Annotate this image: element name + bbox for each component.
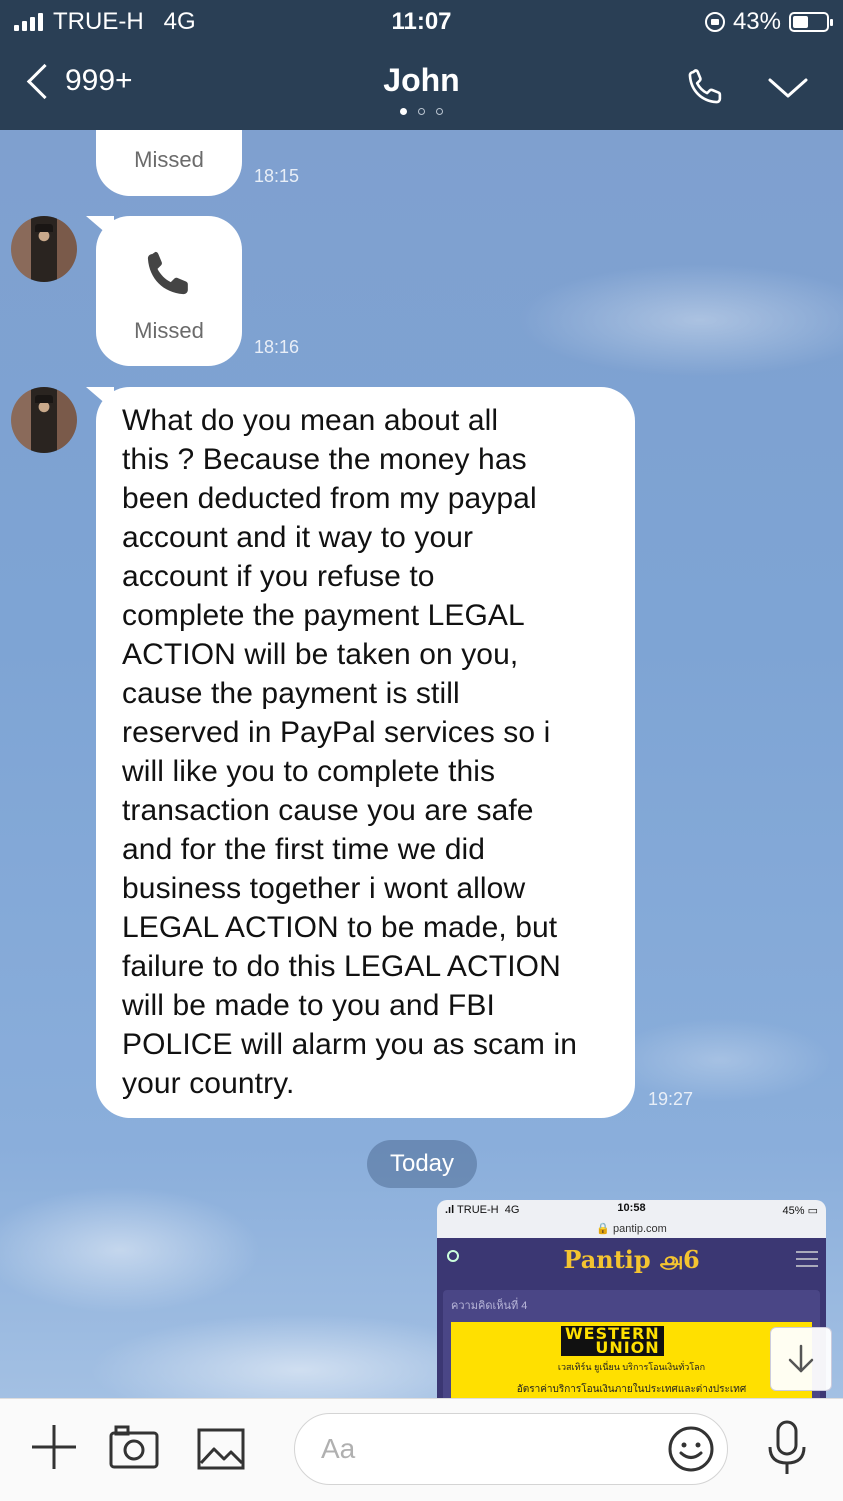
western-union-logo: WESTERN UNION [561,1326,664,1356]
message-text: What do you mean about all this ? Becaus… [96,387,635,1103]
page-indicator [0,108,843,115]
page-dot [400,108,407,115]
battery-info: 43% [704,8,833,36]
message-line: account if you refuse to [122,560,435,593]
text-message-bubble[interactable]: What do you mean about all this ? Becaus… [96,387,635,1118]
chat-area[interactable]: Missed 18:15 Missed 18:16 What do you me… [0,130,843,1398]
page-dot [418,108,425,115]
phone-icon [147,251,188,295]
phone-icon[interactable] [684,66,726,108]
message-time: 19:27 [648,1089,694,1109]
message-input-placeholder: Aa [321,1433,356,1464]
site-logo: Pantip ௮6 [563,1245,700,1274]
page-dot [436,108,443,115]
message-line: and for the first time we did [122,833,486,866]
missed-call-label: Missed [134,318,204,343]
chevron-down-icon[interactable] [766,72,810,102]
message-line: account and it way to your [122,521,474,554]
camera-icon[interactable] [108,1425,160,1471]
status-bar: TRUE-H 4G 11:07 43% [0,0,843,44]
missed-call-bubble[interactable]: Missed [96,130,242,196]
message-line: complete the payment LEGAL [122,599,525,632]
date-divider: Today [367,1140,477,1188]
message-line: LEGAL ACTION to be made, but [122,911,558,944]
image-icon[interactable] [196,1427,246,1471]
image-body: ความคิดเห็นที่ 4 WESTERN UNION เวสเทิร์น … [437,1280,826,1398]
plus-icon[interactable] [28,1421,80,1473]
message-line: business together i wont allow [122,872,526,905]
scroll-to-bottom-button[interactable] [770,1327,832,1391]
rotation-lock-icon [704,12,725,32]
message-line: transaction cause you are safe [122,794,534,827]
arrow-down-icon [788,1344,814,1373]
top-bar: TRUE-H 4G 11:07 43% 999+ John [0,0,843,130]
comment-caption: ความคิดเห็นที่ 4 [451,1300,528,1312]
image-site-header: Pantip ௮6 [437,1238,826,1280]
composer-bar: Aa [0,1398,843,1501]
message-line: will be made to you and FBI [122,989,495,1022]
battery-percent: 43% [732,8,781,35]
image-comment-card: ความคิดเห็นที่ 4 WESTERN UNION เวสเทิร์น … [443,1290,820,1398]
message-time: 18:16 [254,337,300,357]
message-input[interactable]: Aa [294,1413,728,1485]
banner-text: อัตราค่าบริการโอนเงินภายในประเทศและต่างป… [516,1384,747,1395]
avatar[interactable] [11,387,77,453]
menu-icon [796,1251,818,1272]
banner-subtitle: เวสเทิร์น ยูเนี่ยน บริการโอนเงินทั่วโลก [557,1362,706,1372]
missed-call-bubble[interactable]: Missed [96,216,242,366]
message-time: 18:15 [254,166,300,186]
message-line: ACTION will be taken on you, [122,638,519,671]
emoji-icon[interactable] [667,1425,715,1473]
image-url: 🔒 pantip.com [596,1223,667,1235]
message-line: your country. [122,1067,295,1100]
image-message[interactable]: .ıl TRUE-H 4G 10:58 45% ▭ 🔒 pantip.com P… [437,1200,826,1398]
missed-call-label: Missed [134,147,204,172]
image-status-bar: .ıl TRUE-H 4G 10:58 45% ▭ [445,1202,818,1217]
message-line: this ? Because the money has [122,443,527,476]
message-line: will like you to complete this [122,755,496,788]
message-line: failure to do this LEGAL ACTION [122,950,561,983]
message-line: cause the payment is still [122,677,460,710]
message-line: POLICE will alarm you as scam in [122,1028,578,1061]
western-union-banner: WESTERN UNION เวสเทิร์น ยูเนี่ยน บริการโอ… [451,1322,812,1398]
message-line: been deducted from my paypal [122,482,537,515]
avatar[interactable] [11,216,77,282]
battery-icon [789,12,833,32]
chat-header: 999+ John [0,50,843,130]
message-line: What do you mean about all [122,404,499,437]
message-line: reserved in PayPal services so i [122,716,551,749]
microphone-icon[interactable] [764,1419,810,1477]
